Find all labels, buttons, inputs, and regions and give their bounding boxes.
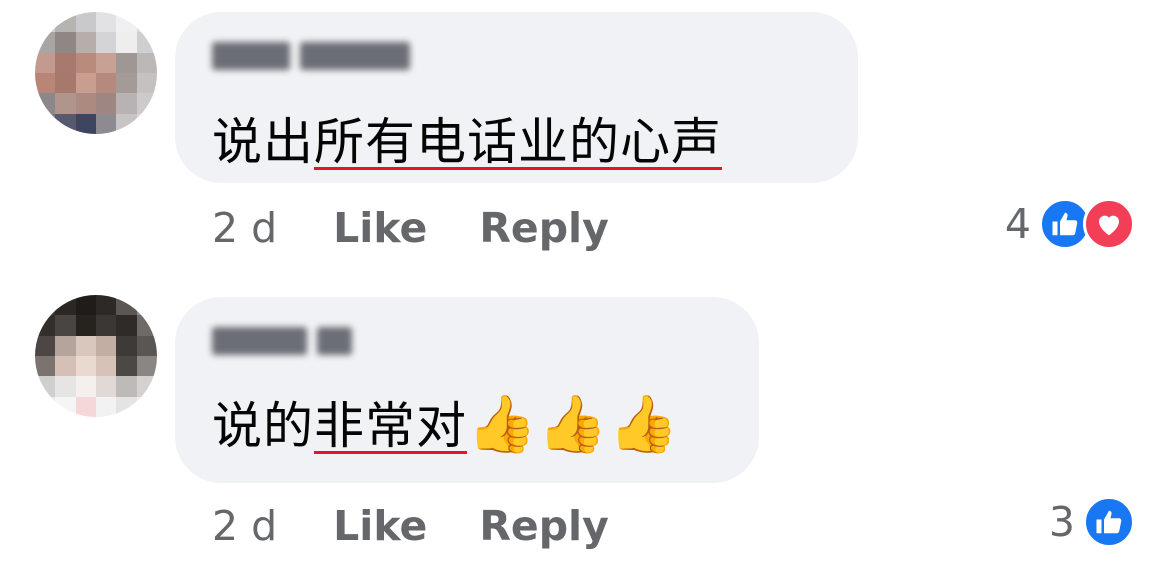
comment-text-plain: 说的 (212, 397, 314, 455)
timestamp[interactable]: 2 d (212, 502, 277, 550)
comment-text: 说出所有电话业的心声 (212, 112, 722, 172)
avatar[interactable] (35, 295, 157, 417)
timestamp[interactable]: 2 d (212, 204, 277, 252)
author-name-redacted[interactable] (212, 327, 352, 355)
reply-button[interactable]: Reply (479, 502, 609, 550)
comment-text-plain: 说出 (212, 113, 314, 171)
comment-actions: 2 d Like Reply (212, 200, 661, 256)
comment-text-spellcheck-underlined: 所有电话业的心声 (314, 113, 722, 171)
comment-bubble: 说的非常对👍👍👍 (175, 297, 759, 483)
comment-actions: 2 d Like Reply (212, 498, 661, 554)
comment-text: 说的非常对👍👍👍 (212, 395, 679, 456)
reaction-summary[interactable]: 4 (1005, 198, 1135, 250)
love-icon (1083, 198, 1135, 250)
reply-button[interactable]: Reply (479, 204, 609, 252)
thumbs-up-emoji: 👍👍👍 (467, 392, 680, 457)
reaction-count: 4 (1004, 200, 1031, 248)
comment-bubble: 说出所有电话业的心声 (175, 12, 858, 183)
comment-text-spellcheck-underlined: 非常对 (314, 397, 467, 455)
author-name-redacted[interactable] (212, 42, 410, 70)
like-button[interactable]: Like (333, 204, 427, 252)
reaction-summary[interactable]: 3 (1049, 496, 1135, 548)
like-button[interactable]: Like (333, 502, 427, 550)
reaction-count: 3 (1048, 498, 1075, 546)
avatar[interactable] (35, 12, 157, 134)
like-icon (1083, 496, 1135, 548)
